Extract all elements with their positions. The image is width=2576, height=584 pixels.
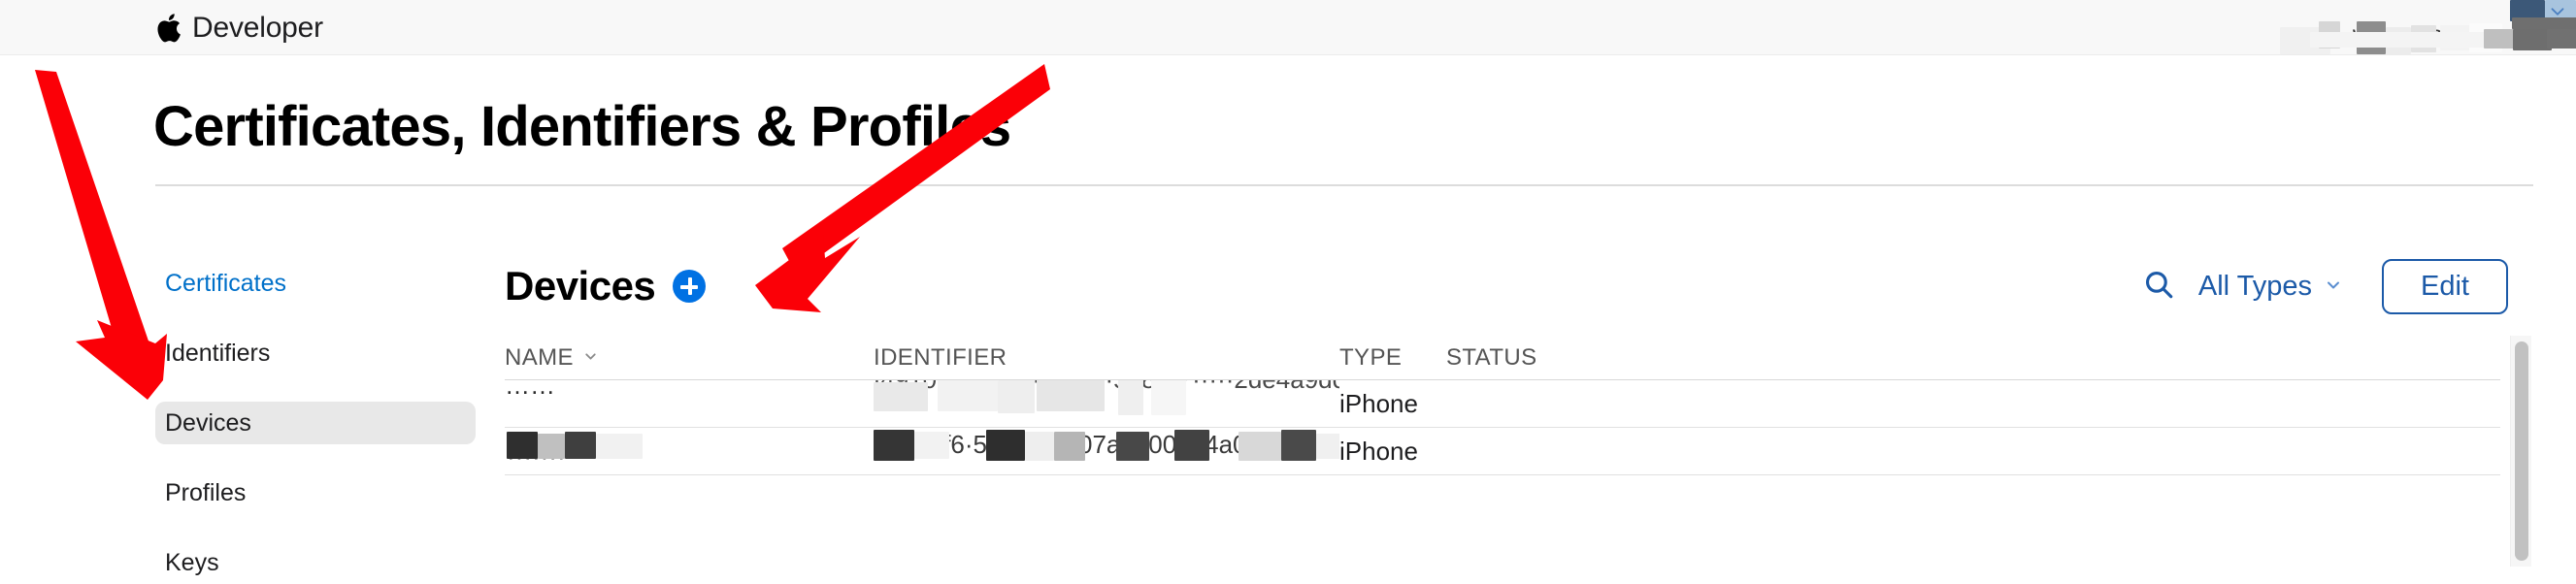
brand-logo-link[interactable]: Developer <box>155 0 323 55</box>
column-label: NAME <box>505 344 574 371</box>
chevron-down-icon <box>2324 271 2343 303</box>
section-title: Devices <box>505 263 656 308</box>
edit-button[interactable]: Edit <box>2382 258 2508 314</box>
sidebar-item-profiles[interactable]: Profiles <box>155 471 476 514</box>
sidebar-item-label: Keys <box>165 548 219 576</box>
title-divider <box>155 184 2533 186</box>
app-root: Developer …ware Co., Ltd. M6H… <box>0 0 2576 584</box>
table-scrollbar[interactable] <box>2510 336 2531 567</box>
account-menu[interactable]: …ware Co., Ltd. M6H… <box>2120 0 2576 55</box>
sidebar-item-label: Profiles <box>165 478 247 506</box>
scrollbar-thumb[interactable] <box>2515 341 2528 561</box>
chevron-down-icon <box>582 344 599 372</box>
devices-table: NAME IDENTIFIER TYPE STATUS …… iPhone ··… <box>505 336 2531 567</box>
account-name-redacted: …ware Co., Ltd. M6H… <box>2120 0 2576 55</box>
column-header-identifier[interactable]: IDENTIFIER <box>874 344 1339 372</box>
toolbar-right: All Types Edit <box>2142 243 2508 330</box>
sidebar-nav: Certificates Identifiers Devices Profile… <box>155 262 476 584</box>
sidebar-item-keys[interactable]: Keys <box>155 541 476 584</box>
sidebar-item-label: Certificates <box>165 269 287 297</box>
add-device-button[interactable] <box>673 270 707 303</box>
column-label: IDENTIFIER <box>874 344 1007 371</box>
arrow-to-devices <box>35 70 167 400</box>
type-filter-dropdown[interactable]: All Types <box>2198 271 2343 303</box>
table-header-row: NAME IDENTIFIER TYPE STATUS <box>505 336 2500 380</box>
devices-toolbar: Devices All Types Edit <box>505 243 2537 330</box>
cell-identifier: ·····27f6·54f5507507a0700a04a00aa0005 <box>874 428 1339 475</box>
page-title: Certificates, Identifiers & Profiles <box>153 95 1011 158</box>
type-filter-label: All Types <box>2197 270 2313 302</box>
column-label: STATUS <box>1446 344 1537 371</box>
sidebar-item-label: Devices <box>165 408 251 437</box>
devices-panel: Devices All Types Edit NAME IDENTIFIER T… <box>505 243 2537 567</box>
column-header-status[interactable]: STATUS <box>1446 344 2500 372</box>
column-header-name[interactable]: NAME <box>505 344 874 372</box>
column-header-type[interactable]: TYPE <box>1339 344 1446 372</box>
table-row[interactable]: ······· ·····27f6·54f5507507a0700a04a00a… <box>505 428 2500 475</box>
sidebar-item-label: Identifiers <box>165 339 271 367</box>
sidebar-item-devices[interactable]: Devices <box>155 402 476 444</box>
cell-name: ······· <box>505 428 874 475</box>
table-row[interactable]: …… f4910··dd22 ···2045·518·77·····2de4a9… <box>505 379 2500 428</box>
column-label: TYPE <box>1339 344 1403 371</box>
cell-type: iPhone <box>1339 388 1418 418</box>
cell-identifier: f4910··dd22 ···2045·518·77·····2de4a9dc9… <box>874 379 1339 428</box>
global-header: Developer …ware Co., Ltd. M6H… <box>0 0 2576 55</box>
brand-label: Developer <box>192 11 323 44</box>
sidebar-item-certificates[interactable]: Certificates <box>155 262 476 305</box>
apple-logo-icon <box>155 13 182 43</box>
search-icon[interactable] <box>2142 268 2175 306</box>
cell-name: …… <box>505 379 555 400</box>
cell-type: iPhone <box>1339 436 1418 466</box>
sidebar-item-identifiers[interactable]: Identifiers <box>155 332 476 374</box>
